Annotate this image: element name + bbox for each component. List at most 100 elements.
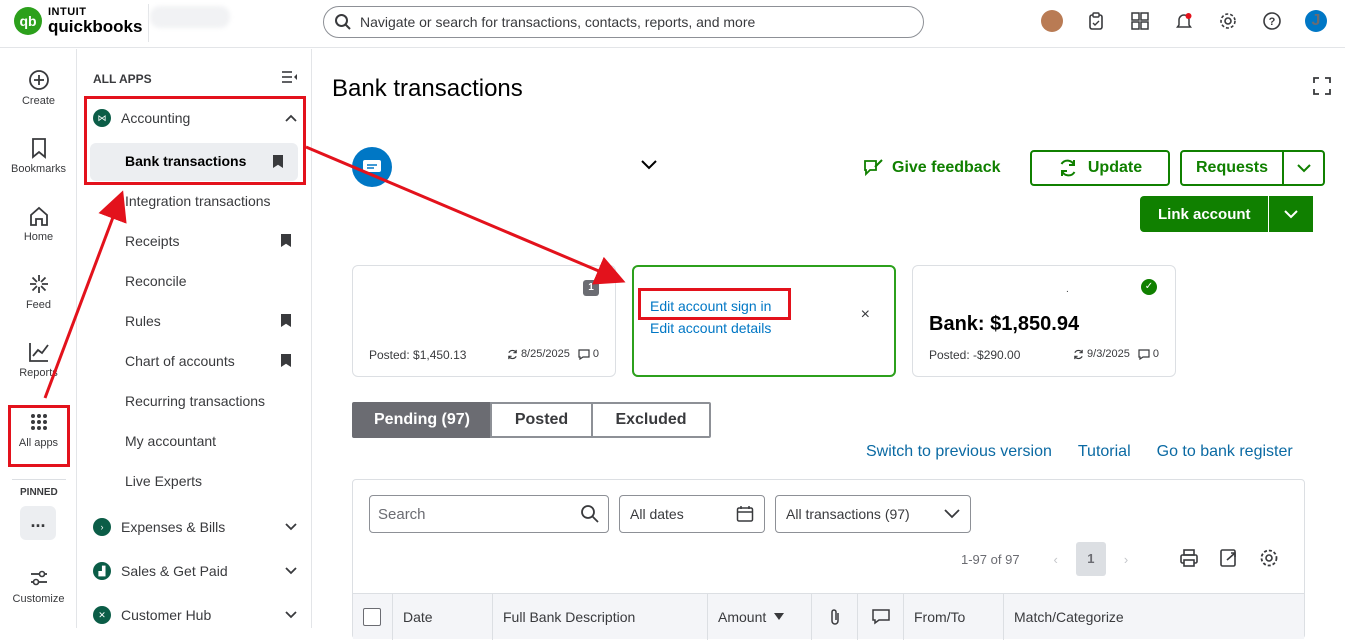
company-name-redacted	[150, 6, 230, 28]
user-avatar[interactable]: J	[1305, 10, 1327, 32]
edit-account-details-link[interactable]: Edit account details	[650, 320, 771, 336]
help-icon[interactable]: ?	[1261, 10, 1283, 32]
chevron-down-icon	[285, 520, 297, 534]
posted-amount: Posted: $1,450.13	[369, 348, 467, 362]
transactions-search-input[interactable]: Search	[369, 495, 609, 533]
card-meta: 9/3/2025 0	[1073, 348, 1159, 360]
nav-item-chart-of-accounts[interactable]: Chart of accounts	[125, 353, 295, 373]
nav-item-label: Bank transactions	[125, 153, 247, 169]
requests-dropdown-button[interactable]	[1282, 150, 1325, 186]
sync-icon	[508, 349, 517, 359]
rail-label: All apps	[18, 437, 59, 449]
current-page-button[interactable]: 1	[1075, 542, 1106, 576]
status-tabs: Pending (97) Posted Excluded	[352, 402, 712, 438]
nav-item-integration-transactions[interactable]: Integration transactions	[125, 193, 295, 213]
rail-create[interactable]: Create	[0, 69, 77, 107]
pagination: 1-97 of 97 ‹ 1 ›	[961, 542, 1128, 576]
previous-page-icon[interactable]: ‹	[1054, 552, 1058, 567]
chevron-up-icon	[285, 111, 297, 125]
edit-account-sign-in-link[interactable]: Edit account sign in	[650, 298, 771, 314]
column-header-description[interactable]: Full Bank Description	[493, 594, 708, 640]
bookmark-filled-icon[interactable]	[281, 314, 291, 327]
clipboard-icon[interactable]	[1085, 10, 1107, 32]
switch-previous-version-link[interactable]: Switch to previous version	[866, 443, 1052, 461]
account-card-menu[interactable]: Edit account sign in Edit account detail…	[632, 265, 896, 377]
date-filter-select[interactable]: All dates	[619, 495, 765, 533]
nav-item-live-experts[interactable]: Live Experts	[125, 473, 295, 493]
page-title: Bank transactions	[332, 75, 523, 102]
page-links: Switch to previous version Tutorial Go t…	[866, 443, 1293, 461]
gear-icon[interactable]	[1259, 548, 1279, 568]
rail-feed[interactable]: Feed	[0, 273, 77, 311]
rail-reports[interactable]: Reports	[0, 341, 77, 379]
avatar-photo[interactable]	[1041, 10, 1063, 32]
tab-posted[interactable]: Posted	[490, 402, 594, 438]
apps-grid-icon[interactable]	[1129, 10, 1151, 32]
account-selector-chevron-icon[interactable]	[641, 157, 657, 175]
collapse-panel-icon[interactable]	[282, 70, 298, 86]
accounting-icon: ⋈	[93, 109, 111, 127]
go-to-bank-register-link[interactable]: Go to bank register	[1157, 443, 1293, 461]
search-placeholder: Navigate or search for transactions, con…	[360, 14, 756, 30]
column-header-match-categorize[interactable]: Match/Categorize	[1004, 594, 1304, 640]
next-page-icon[interactable]: ›	[1124, 552, 1128, 567]
close-icon[interactable]: ×	[861, 306, 870, 324]
bookmark-filled-icon[interactable]	[281, 234, 291, 247]
nav-item-rules[interactable]: Rules	[125, 313, 295, 333]
bell-icon[interactable]	[1173, 10, 1195, 32]
more-pinned-button[interactable]: ...	[20, 506, 56, 540]
transaction-type-select[interactable]: All transactions (97)	[775, 495, 971, 533]
account-card-bank[interactable]: . ✓ Bank: $1,850.94 Posted: -$290.00 9/3…	[912, 265, 1176, 377]
sales-icon: ▟	[93, 562, 111, 580]
group-customer-hub[interactable]: ✕ Customer Hub	[93, 602, 297, 628]
group-label: Accounting	[121, 110, 191, 126]
bank-account-icon[interactable]	[352, 147, 392, 187]
rail-all-apps[interactable]: All apps	[0, 411, 77, 449]
column-header-amount[interactable]: Amount	[708, 594, 812, 640]
rail-label: Customize	[12, 593, 65, 605]
bookmark-filled-icon[interactable]	[281, 354, 291, 367]
sliders-icon	[30, 570, 47, 586]
group-label: Sales & Get Paid	[121, 563, 228, 579]
paperclip-icon	[830, 609, 839, 625]
group-accounting[interactable]: ⋈ Accounting	[93, 105, 297, 131]
chevron-down-icon	[1284, 209, 1298, 218]
group-expenses-bills[interactable]: › Expenses & Bills	[93, 514, 297, 540]
select-all-checkbox[interactable]	[353, 594, 393, 640]
rail-home[interactable]: Home	[0, 205, 77, 243]
column-header-date[interactable]: Date	[393, 594, 493, 640]
update-button[interactable]: Update	[1030, 150, 1170, 186]
export-icon[interactable]	[1219, 548, 1239, 568]
tab-pending[interactable]: Pending (97)	[352, 402, 493, 438]
nav-item-recurring-transactions[interactable]: Recurring transactions	[125, 393, 295, 413]
nav-item-receipts[interactable]: Receipts	[125, 233, 295, 253]
chevron-down-icon	[1296, 163, 1311, 172]
print-icon[interactable]	[1179, 548, 1199, 568]
fullscreen-icon[interactable]	[1313, 77, 1331, 95]
column-header-from-to[interactable]: From/To	[904, 594, 1004, 640]
tutorial-link[interactable]: Tutorial	[1078, 443, 1131, 461]
group-sales-get-paid[interactable]: ▟ Sales & Get Paid	[93, 558, 297, 584]
rail-bookmarks[interactable]: Bookmarks	[0, 137, 77, 175]
table-header: Date Full Bank Description Amount From/T…	[353, 593, 1304, 640]
give-feedback-link[interactable]: Give feedback	[862, 158, 1001, 178]
bank-balance: Bank: $1,850.94	[929, 313, 1080, 335]
column-header-comments[interactable]	[858, 594, 904, 640]
calendar-icon	[736, 506, 754, 522]
nav-item-my-accountant[interactable]: My accountant	[125, 433, 295, 453]
bookmark-filled-icon[interactable]	[273, 155, 283, 168]
nav-item-reconcile[interactable]: Reconcile	[125, 273, 295, 293]
rail-customize[interactable]: Customize	[0, 567, 77, 605]
link-account-dropdown-button[interactable]	[1268, 196, 1313, 232]
nav-item-bank-transactions[interactable]: Bank transactions	[90, 143, 298, 181]
tab-excluded[interactable]: Excluded	[591, 402, 712, 438]
customer-hub-icon: ✕	[93, 606, 111, 624]
last-sync-date: 9/3/2025	[1087, 348, 1130, 360]
column-header-attachment[interactable]	[812, 594, 858, 640]
requests-button[interactable]: Requests	[1180, 150, 1284, 186]
gear-icon[interactable]	[1217, 10, 1239, 32]
quickbooks-logo[interactable]: qb INTUIT quickbooks	[14, 7, 142, 35]
global-search-input[interactable]: Navigate or search for transactions, con…	[323, 6, 924, 38]
main-content: Bank transactions Give feedback Update R…	[313, 49, 1345, 640]
account-card[interactable]: 1 Posted: $1,450.13 8/25/2025 0	[352, 265, 616, 377]
